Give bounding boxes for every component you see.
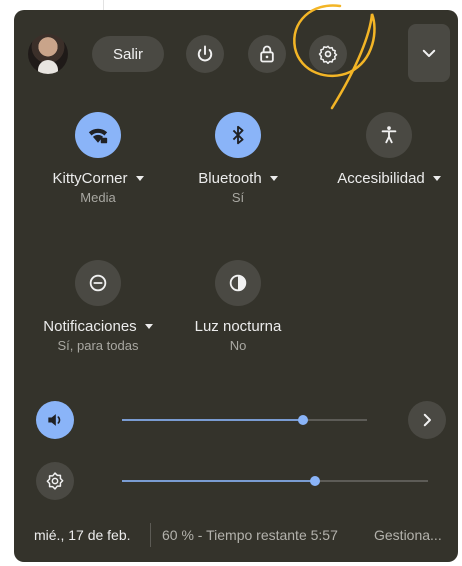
night-light-status: No xyxy=(229,338,247,353)
accessibility-label: Accesibilidad xyxy=(337,170,425,187)
bluetooth-menu-caret-icon xyxy=(269,176,278,181)
settings-icon xyxy=(318,45,338,64)
wifi-lock-icon xyxy=(88,128,108,144)
notifications-label-row[interactable]: Notificaciones xyxy=(34,318,162,335)
lock-button[interactable] xyxy=(248,35,286,73)
date-label[interactable]: mié., 17 de feb. xyxy=(34,527,131,543)
volume-slider-fill xyxy=(122,419,303,421)
battery-status[interactable]: 60 % - Tiempo restante 5:57 xyxy=(162,527,338,543)
brightness-slider-track[interactable] xyxy=(315,480,428,482)
do-not-disturb-icon xyxy=(89,274,107,292)
tile-network[interactable]: KittyCorner Media xyxy=(34,112,162,205)
accessibility-toggle[interactable] xyxy=(366,112,412,158)
tile-notifications[interactable]: Notificaciones Sí, para todas xyxy=(34,260,162,353)
network-toggle[interactable] xyxy=(75,112,121,158)
network-menu-caret-icon xyxy=(135,176,144,181)
accessibility-menu-caret-icon xyxy=(432,176,441,181)
volume-mute-button[interactable] xyxy=(36,401,74,439)
manage-link[interactable]: Gestiona... xyxy=(374,527,442,543)
footer-divider xyxy=(150,523,151,547)
network-status: Media xyxy=(80,190,116,205)
brightness-icon xyxy=(46,472,64,490)
bluetooth-label: Bluetooth xyxy=(198,170,262,187)
quick-settings-panel: Salir KittyCorner Media Bluetooth Sí Acc… xyxy=(14,10,458,562)
audio-settings-button[interactable] xyxy=(408,401,446,439)
volume-icon xyxy=(48,414,61,426)
chevron-down-icon xyxy=(422,49,436,57)
signout-button[interactable]: Salir xyxy=(92,36,164,72)
collapse-button[interactable] xyxy=(408,24,450,82)
network-label-row[interactable]: KittyCorner xyxy=(34,170,162,187)
night-light-toggle[interactable] xyxy=(215,260,261,306)
chevron-right-icon xyxy=(423,413,431,427)
brightness-button xyxy=(36,462,74,500)
notifications-menu-caret-icon xyxy=(144,324,153,329)
night-light-label-row[interactable]: Luz nocturna xyxy=(174,318,302,335)
settings-button[interactable] xyxy=(309,35,347,73)
night-light-label: Luz nocturna xyxy=(194,318,282,335)
tile-night-light[interactable]: Luz nocturna No xyxy=(174,260,302,353)
bluetooth-label-row[interactable]: Bluetooth xyxy=(174,170,302,187)
notifications-status: Sí, para todas xyxy=(57,338,139,353)
power-icon xyxy=(197,45,213,62)
accessibility-label-row[interactable]: Accesibilidad xyxy=(325,170,453,187)
signout-label: Salir xyxy=(112,45,143,63)
network-label: KittyCorner xyxy=(52,170,128,187)
bluetooth-toggle[interactable] xyxy=(215,112,261,158)
lock-icon xyxy=(260,45,274,63)
avatar[interactable] xyxy=(28,34,68,74)
notifications-toggle[interactable] xyxy=(75,260,121,306)
bluetooth-icon xyxy=(232,125,244,145)
tile-accessibility[interactable]: Accesibilidad xyxy=(325,112,453,190)
volume-slider-track[interactable] xyxy=(303,419,367,421)
night-light-icon xyxy=(229,274,247,292)
power-button[interactable] xyxy=(186,35,224,73)
accessibility-icon xyxy=(381,126,397,144)
brightness-slider-fill xyxy=(122,480,315,482)
status-footer: mié., 17 de feb. 60 % - Tiempo restante … xyxy=(14,515,458,555)
notifications-label: Notificaciones xyxy=(43,318,137,335)
brightness-slider-thumb[interactable] xyxy=(310,476,320,486)
tile-bluetooth[interactable]: Bluetooth Sí xyxy=(174,112,302,205)
bluetooth-status: Sí xyxy=(231,190,245,205)
volume-slider-thumb[interactable] xyxy=(298,415,308,425)
